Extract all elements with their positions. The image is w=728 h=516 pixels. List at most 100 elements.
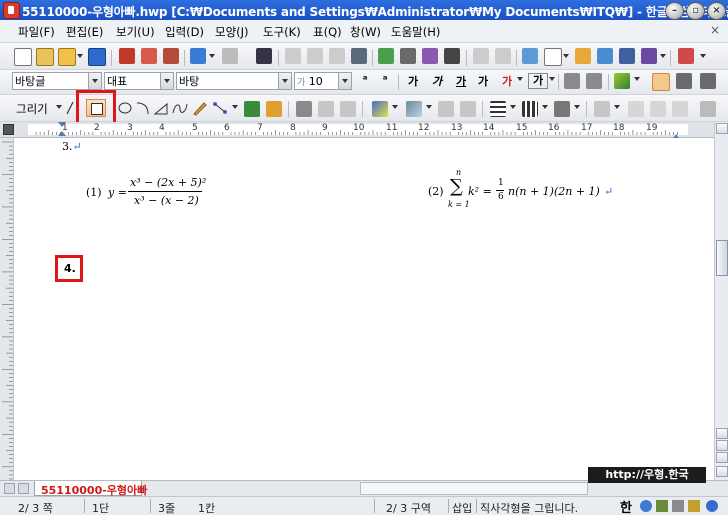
menu-format[interactable]: 모양(J): [215, 24, 249, 40]
letter-spacing-icon[interactable]: [564, 73, 580, 89]
zoom-icon[interactable]: [678, 48, 694, 64]
next-page-button[interactable]: [716, 452, 728, 463]
char-width-icon[interactable]: [586, 73, 602, 89]
list-item-4[interactable]: 4.: [64, 262, 76, 275]
print-preview-icon[interactable]: [141, 48, 157, 64]
ime-tool-icon[interactable]: [656, 500, 668, 512]
tab-next-button[interactable]: [18, 483, 29, 494]
hyperlink-icon[interactable]: [473, 48, 489, 64]
arrow-style-dropdown-icon[interactable]: [574, 105, 580, 109]
align-left-icon[interactable]: [676, 73, 692, 89]
italic-button[interactable]: 가: [428, 73, 446, 89]
toolbar-options-icon[interactable]: [700, 54, 706, 58]
menu-insert[interactable]: 입력(D): [165, 24, 204, 40]
font-size-dropdown-icon[interactable]: [338, 73, 351, 89]
ime-mode-icon[interactable]: [640, 500, 652, 512]
text-box-tool-icon[interactable]: [244, 101, 260, 117]
symbol-icon[interactable]: [641, 48, 657, 64]
document-area[interactable]: 3.↵ (1) y = x³ − (2x + 5)² x³ − (x − 2) …: [14, 138, 714, 480]
find-icon[interactable]: [256, 48, 272, 64]
3d-icon[interactable]: [628, 101, 644, 117]
paste-icon[interactable]: [329, 48, 345, 64]
ruler-corner-icon[interactable]: [3, 124, 14, 135]
menu-window[interactable]: 창(W): [350, 24, 381, 40]
rectangle-tool-button[interactable]: [86, 99, 106, 117]
line-dash-dropdown-icon[interactable]: [542, 105, 548, 109]
horizontal-ruler[interactable]: 1 2 3 4 5 6 7 8 9 10 11 12 13 14 15 16 1…: [0, 122, 728, 140]
fax-icon[interactable]: [163, 48, 179, 64]
fill-color-icon[interactable]: [406, 101, 422, 117]
ime-settings-icon[interactable]: [688, 500, 700, 512]
strike-button[interactable]: 가: [474, 73, 492, 89]
scroll-thumb[interactable]: [716, 240, 728, 276]
font-shrink-button[interactable]: ᵃ: [376, 73, 394, 86]
document-tab[interactable]: 55110000-우형아빠: [34, 481, 147, 497]
ime-hangul-indicator[interactable]: 한: [620, 497, 632, 516]
fill-color-dropdown-icon[interactable]: [426, 105, 432, 109]
style-icon[interactable]: [444, 48, 460, 64]
polygon-tool-icon[interactable]: [153, 101, 168, 118]
symbol-dropdown-icon[interactable]: [660, 54, 666, 58]
cut-icon[interactable]: [285, 48, 301, 64]
format-painter-icon[interactable]: [351, 48, 367, 64]
font-language-dropdown-icon[interactable]: [160, 73, 173, 89]
draw-dropdown-icon[interactable]: [56, 105, 62, 109]
document-close-icon[interactable]: ×: [710, 23, 720, 37]
font-color-dropdown-icon[interactable]: [517, 77, 523, 81]
arrow-style-icon[interactable]: [554, 101, 570, 117]
table-icon[interactable]: [544, 48, 562, 66]
line-dash-icon[interactable]: [522, 101, 538, 117]
align-justify-icon[interactable]: [652, 73, 670, 91]
new-folder-icon[interactable]: [36, 48, 54, 66]
scroll-up-button[interactable]: [716, 123, 728, 134]
ime-help-icon[interactable]: [706, 500, 718, 512]
draw-options-icon[interactable]: [700, 101, 716, 117]
bookmark-icon[interactable]: [495, 48, 511, 64]
line-style-icon[interactable]: [490, 101, 506, 117]
new-document-icon[interactable]: [14, 48, 32, 66]
menu-help[interactable]: 도움말(H): [391, 24, 440, 40]
select-objects-icon[interactable]: [296, 101, 312, 117]
picture-tool-icon[interactable]: [266, 101, 282, 117]
line-color-icon[interactable]: [372, 101, 388, 117]
font-size-combo[interactable]: 가 10: [294, 72, 352, 90]
horizontal-scrollbar[interactable]: [360, 482, 588, 495]
highlight-dropdown-icon[interactable]: [634, 77, 640, 81]
bring-forward-icon[interactable]: [438, 101, 454, 117]
menu-tools[interactable]: 도구(K): [263, 24, 301, 40]
shadow-dropdown-icon[interactable]: [614, 105, 620, 109]
bold-button[interactable]: 가: [404, 73, 422, 89]
send-backward-icon[interactable]: [460, 101, 476, 117]
print-icon[interactable]: [119, 48, 135, 64]
char-shade-dropdown-icon[interactable]: [549, 77, 555, 81]
hwp-app-icon[interactable]: [3, 2, 20, 19]
textbox-icon[interactable]: [597, 48, 613, 64]
tab-prev-button[interactable]: [4, 483, 15, 494]
shadow-icon[interactable]: [594, 101, 610, 117]
style-dropdown-icon[interactable]: [88, 73, 101, 89]
align-objects-icon[interactable]: [650, 101, 666, 117]
vertical-ruler[interactable]: [0, 138, 14, 480]
spellcheck-icon[interactable]: [378, 48, 394, 64]
menu-table[interactable]: 표(Q): [313, 24, 342, 40]
underline-button[interactable]: 가: [452, 73, 470, 89]
table-dropdown-icon[interactable]: [563, 54, 569, 58]
para-shape-icon[interactable]: [422, 48, 438, 64]
char-shade-button[interactable]: 가: [528, 73, 548, 89]
line-tool-icon[interactable]: [66, 101, 74, 115]
vertical-scrollbar[interactable]: [714, 122, 728, 480]
redo-icon[interactable]: [222, 48, 238, 64]
font-name-combo[interactable]: 바탕: [176, 72, 292, 90]
undo-dropdown-icon[interactable]: [209, 54, 215, 58]
maximize-button[interactable]: ▫: [686, 2, 705, 20]
title-bar[interactable]: 55110000-우형아빠.hwp [C:₩Documents and Sett…: [0, 0, 728, 20]
pattern-icon[interactable]: [672, 101, 688, 117]
prev-page-button[interactable]: [716, 428, 728, 439]
ellipse-tool-icon[interactable]: [118, 101, 132, 118]
line-color-dropdown-icon[interactable]: [392, 105, 398, 109]
connector-tool-icon[interactable]: [212, 101, 228, 118]
undo-icon[interactable]: [190, 48, 206, 64]
group-icon[interactable]: [318, 101, 334, 117]
open-dropdown-icon[interactable]: [77, 54, 83, 58]
curve-tool-icon[interactable]: [172, 101, 188, 118]
